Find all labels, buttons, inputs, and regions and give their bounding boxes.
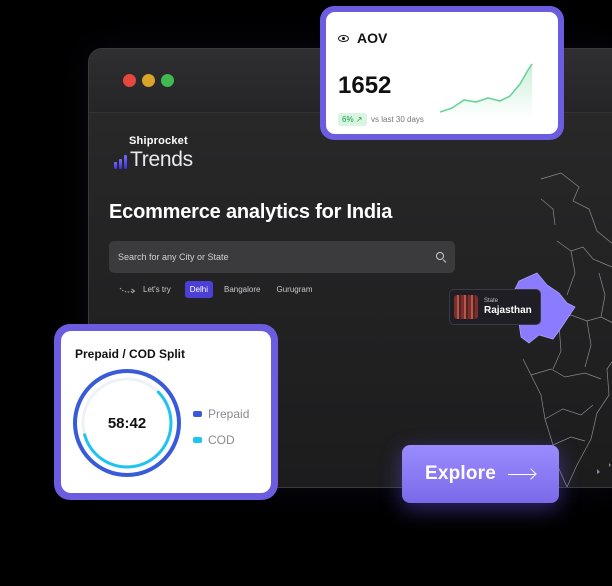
legend-label-prepaid: Prepaid — [208, 407, 250, 421]
minimize-window-dot[interactable] — [142, 74, 155, 87]
state-badge-label: State — [484, 298, 499, 304]
aov-card: AOV 1652 6% ↗ vs last 30 days — [320, 6, 564, 140]
legend-label-cod: COD — [208, 433, 235, 447]
legend-item-prepaid: Prepaid — [193, 407, 249, 421]
bar-chart-icon — [114, 155, 127, 169]
brand-logo[interactable]: Shiprocket Trends — [114, 135, 193, 172]
split-legend: Prepaid COD — [193, 407, 249, 459]
aov-title: AOV — [357, 30, 388, 46]
suggestion-chip-delhi[interactable]: Delhi — [184, 281, 213, 298]
brand-parent-name: Shiprocket — [129, 135, 188, 147]
state-badge-name: Rajasthan — [484, 305, 532, 316]
close-window-dot[interactable] — [123, 74, 136, 87]
brand-name: Trends — [130, 148, 193, 171]
page-headline: Ecommerce analytics for India — [109, 201, 393, 223]
suggestion-chip-bangalore[interactable]: Bangalore — [219, 281, 265, 298]
aov-change-badge: 6% ↗ — [338, 113, 367, 126]
explore-button[interactable]: Explore — [402, 445, 559, 503]
eye-icon — [338, 35, 349, 42]
search-icon[interactable] — [436, 252, 446, 262]
lets-try-label: Let's try — [143, 285, 171, 294]
suggestion-chip-gurugram[interactable]: Gurugram — [271, 281, 317, 298]
india-map[interactable] — [501, 169, 612, 488]
split-card-title: Prepaid / COD Split — [75, 347, 186, 361]
search-input[interactable]: Search for any City or State — [109, 241, 455, 273]
maximize-window-dot[interactable] — [161, 74, 174, 87]
explore-button-label: Explore — [424, 463, 497, 484]
cod-swatch — [193, 437, 202, 443]
search-placeholder: Search for any City or State — [118, 252, 229, 262]
prepaid-cod-split-card: Prepaid / COD Split 58:42 Prepaid COD — [54, 324, 278, 500]
suggestion-row: Let's try Delhi Bangalore Gurugram — [119, 281, 318, 298]
state-badge: State Rajasthan — [449, 289, 541, 325]
legend-item-cod: COD — [193, 433, 249, 447]
aov-trend-sparkline — [439, 63, 533, 118]
aov-comparison: vs last 30 days — [371, 115, 424, 124]
aov-value: 1652 — [338, 72, 392, 99]
curved-arrow-icon — [119, 287, 136, 293]
split-ratio-label: 58:42 — [107, 414, 147, 432]
prepaid-swatch — [193, 411, 202, 417]
state-thumbnail — [454, 295, 478, 319]
arrow-right-icon — [508, 469, 536, 479]
